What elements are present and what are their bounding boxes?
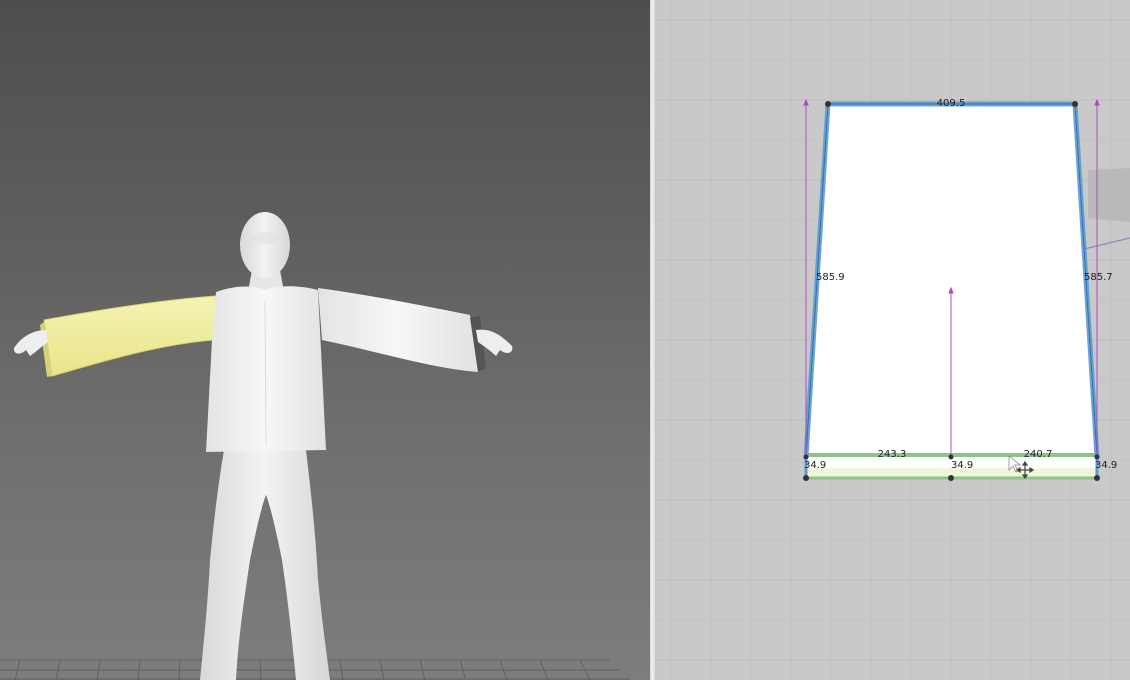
measure-bottom-left: 243.3 — [878, 449, 907, 460]
measure-left-side: 585.9 — [816, 272, 845, 283]
2d-pattern-viewport[interactable]: 409.5 585.9 585.7 243.3 240.7 34.9 34.9 … — [655, 0, 1130, 680]
measure-band-left: 34.9 — [804, 460, 826, 471]
measure-band-right: 34.9 — [1095, 460, 1117, 471]
measure-right-side: 585.7 — [1084, 272, 1113, 283]
avatar-head — [240, 212, 290, 278]
adjacent-pattern-piece — [1088, 168, 1130, 222]
3d-viewport[interactable] — [0, 0, 650, 680]
measure-bottom-right: 240.7 — [1024, 449, 1053, 460]
selected-sleeve-piece — [43, 295, 217, 377]
pattern-canvas[interactable]: 409.5 585.9 585.7 243.3 240.7 34.9 34.9 … — [655, 0, 1130, 680]
avatar-hand-left — [13, 330, 49, 356]
avatar-legs — [200, 450, 330, 680]
avatar-sleeve-right — [318, 288, 478, 372]
measure-top-width: 409.5 — [937, 98, 966, 109]
measure-band-center: 34.9 — [951, 460, 973, 471]
3d-scene[interactable] — [0, 0, 650, 680]
